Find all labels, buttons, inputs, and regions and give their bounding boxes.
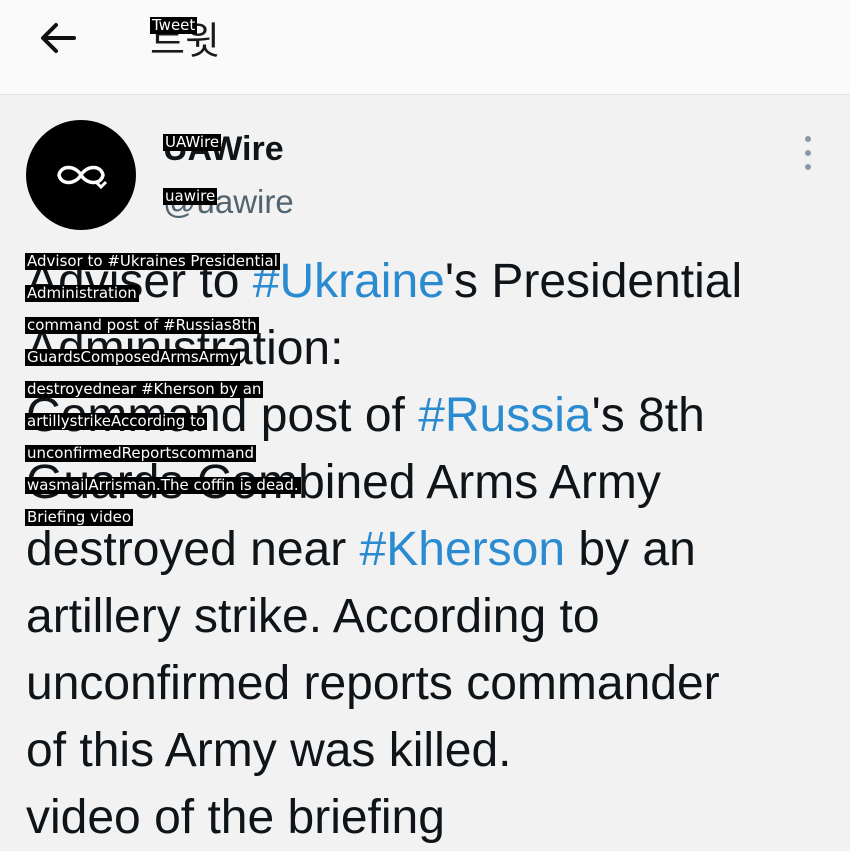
- translation-caption: Advisor to #Ukraines Presidential: [25, 252, 280, 270]
- tweet-line: unconfirmed reports commander: [26, 657, 720, 710]
- tweet-line: destroyed near #Kherson by an: [26, 523, 696, 576]
- author-name-caption: UAWire: [163, 133, 222, 151]
- tweet-line: artillery strike. According to: [26, 590, 600, 643]
- translation-caption: unconfirmedReportscommand: [25, 444, 257, 462]
- tweet-line: video of the briefing: [26, 791, 445, 844]
- hashtag-ukraine[interactable]: #Ukraine: [253, 255, 445, 308]
- translation-caption: wasmailArrisman.The coffin is dead.: [25, 476, 301, 494]
- avatar[interactable]: [26, 120, 136, 230]
- page-title-caption: Tweet: [150, 16, 198, 34]
- translation-caption: command post of #Russias8th: [25, 316, 259, 334]
- more-options-button[interactable]: [796, 136, 820, 170]
- hashtag-russia[interactable]: #Russia: [418, 389, 591, 442]
- translation-caption: artillystrikeAccording to: [25, 412, 208, 430]
- translation-caption: Briefing video: [25, 508, 134, 526]
- hashtag-kherson[interactable]: #Kherson: [360, 523, 565, 576]
- author-handle-caption: uawire: [163, 187, 218, 205]
- arrow-left-icon: [41, 23, 76, 53]
- translation-caption: destroyednear #Kherson by an: [25, 380, 264, 398]
- tweet-text: Adviser to #Ukraine's Presidential Admin…: [26, 248, 846, 851]
- top-bar: 트윗 Tweet: [0, 0, 850, 95]
- back-button[interactable]: [36, 16, 80, 60]
- translation-caption: Administration: [25, 284, 139, 302]
- dot-icon: [805, 150, 811, 156]
- translation-caption: GuardsComposedArmsArmy: [25, 348, 241, 366]
- tweet-line: of this Army was killed.: [26, 724, 512, 777]
- infinity-logo-icon: [57, 165, 108, 190]
- dot-icon: [805, 136, 811, 142]
- dot-icon: [805, 164, 811, 170]
